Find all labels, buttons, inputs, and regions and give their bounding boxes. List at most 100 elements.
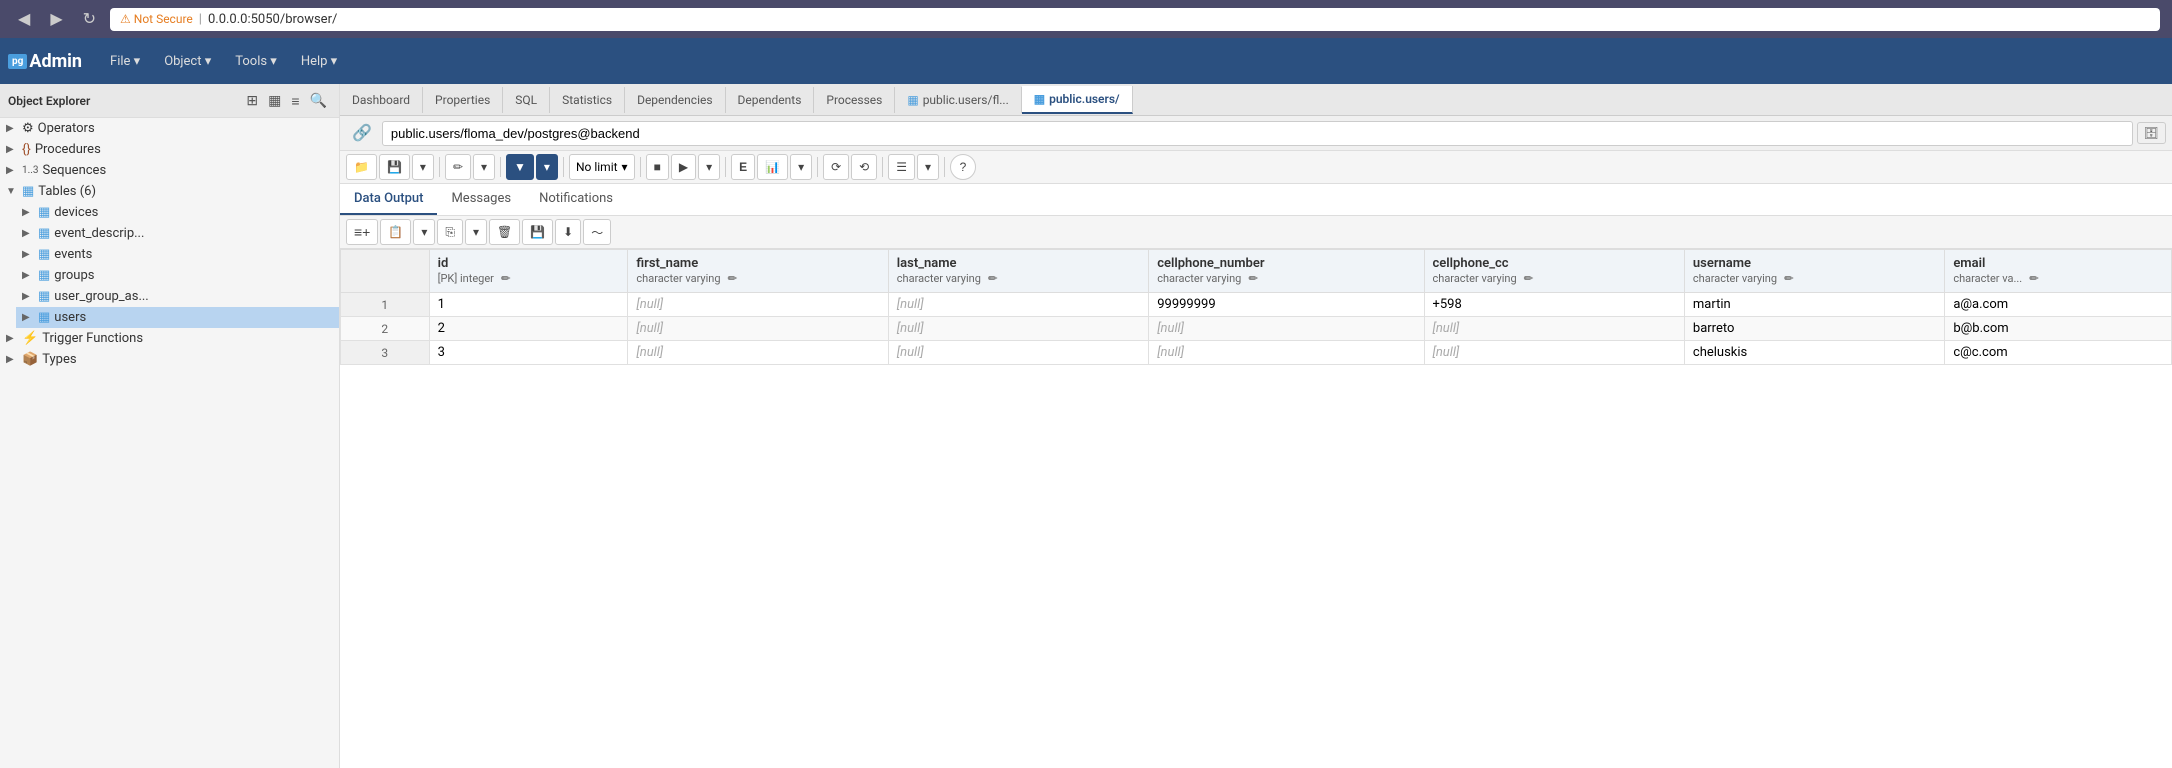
cell-first_name-1[interactable]: [null]	[628, 293, 888, 317]
col-edit-email[interactable]: ✏	[2029, 272, 2038, 285]
refresh-button[interactable]: ↻	[77, 7, 102, 31]
graph-button[interactable]: 〜	[583, 219, 611, 245]
cell-email-1[interactable]: a@a.com	[1945, 293, 2172, 317]
explain-analyze-button[interactable]: 📊	[757, 154, 788, 180]
sub-tab-messages[interactable]: Messages	[437, 184, 525, 215]
col-edit-id[interactable]: ✏	[501, 272, 510, 285]
sidebar-tool-list[interactable]: ≡	[287, 90, 303, 111]
cell-email-3[interactable]: c@c.com	[1945, 341, 2172, 365]
col-edit-first-name[interactable]: ✏	[728, 272, 737, 285]
col-header-last-name: last_name character varying ✏	[888, 250, 1148, 293]
menu-file[interactable]: File ▾	[98, 46, 152, 77]
save-data-button[interactable]: 💾	[522, 219, 553, 245]
cell-id-2[interactable]: 2	[429, 317, 628, 341]
save-dropdown-button[interactable]: ▾	[412, 154, 434, 180]
trigger-functions-icon: ⚡	[22, 331, 38, 346]
null-value: [null]	[636, 345, 663, 360]
sidebar-tool-table[interactable]: ▦	[264, 90, 285, 111]
copy-button[interactable]: 📋	[380, 219, 411, 245]
edit-button[interactable]: ✏	[445, 154, 471, 180]
paste-button[interactable]: ⎘	[437, 219, 463, 245]
tab-public-users-1[interactable]: ▦ public.users/fl...	[895, 87, 1021, 113]
cell-cellphone_cc-3[interactable]: [null]	[1424, 341, 1684, 365]
rollback-button[interactable]: ⟲	[851, 154, 877, 180]
explain-analyze-dropdown-button[interactable]: ▾	[790, 154, 812, 180]
query-input[interactable]	[382, 121, 2133, 146]
add-row-button[interactable]: ≡+	[346, 219, 378, 245]
help-button[interactable]: ?	[950, 154, 976, 180]
delete-row-button[interactable]: 🗑	[489, 219, 520, 245]
cell-cellphone_cc-1[interactable]: +598	[1424, 293, 1684, 317]
tree-item-event-descrip[interactable]: ▶ ▦ event_descrip...	[16, 223, 339, 244]
limit-label: No limit	[576, 160, 618, 174]
tab-statistics[interactable]: Statistics	[550, 87, 625, 113]
menu-help[interactable]: Help ▾	[289, 46, 349, 77]
col-edit-username[interactable]: ✏	[1784, 272, 1793, 285]
cell-first_name-3[interactable]: [null]	[628, 341, 888, 365]
menu-object[interactable]: Object ▾	[152, 46, 223, 77]
macros-button[interactable]: ☰	[888, 154, 915, 180]
edit-dropdown-button[interactable]: ▾	[473, 154, 495, 180]
cell-first_name-2[interactable]: [null]	[628, 317, 888, 341]
limit-select[interactable]: No limit ▾	[569, 154, 635, 180]
tree-item-devices[interactable]: ▶ ▦ devices	[16, 202, 339, 223]
cell-id-1[interactable]: 1	[429, 293, 628, 317]
sidebar-tool-search[interactable]: 🔍	[306, 90, 331, 111]
col-edit-cellphone-number[interactable]: ✏	[1249, 272, 1258, 285]
col-edit-last-name[interactable]: ✏	[988, 272, 997, 285]
query-db-button[interactable]: 🗄	[2137, 122, 2166, 144]
explain-button[interactable]: E	[731, 154, 755, 180]
filter-button[interactable]: ▼	[506, 154, 534, 180]
cell-cellphone_number-3[interactable]: [null]	[1149, 341, 1424, 365]
tab-dependencies[interactable]: Dependencies	[625, 87, 725, 113]
cell-cellphone_number-1[interactable]: 99999999	[1149, 293, 1424, 317]
col-edit-cellphone-cc[interactable]: ✏	[1524, 272, 1533, 285]
tree-item-trigger-functions[interactable]: ▶ ⚡ Trigger Functions	[0, 328, 339, 349]
run-button[interactable]: ▶	[671, 154, 696, 180]
back-button[interactable]: ◀	[12, 7, 36, 31]
tree-item-users[interactable]: ▶ ▦ users	[16, 307, 339, 328]
forward-button[interactable]: ▶	[44, 7, 68, 31]
tab-processes[interactable]: Processes	[814, 87, 895, 113]
tree-item-tables[interactable]: ▼ ▦ Tables (6)	[0, 181, 339, 202]
tab-properties[interactable]: Properties	[423, 87, 503, 113]
tree-item-sequences[interactable]: ▶ 1..3 Sequences	[0, 160, 339, 181]
query-connection-icon[interactable]: 🔗	[346, 120, 378, 146]
cell-cellphone_cc-2[interactable]: [null]	[1424, 317, 1684, 341]
sub-tab-data-output[interactable]: Data Output	[340, 184, 437, 215]
run-dropdown-button[interactable]: ▾	[698, 154, 720, 180]
cell-last_name-3[interactable]: [null]	[888, 341, 1148, 365]
sidebar-tool-server[interactable]: ⊞	[242, 90, 262, 111]
paste-dropdown-button[interactable]: ▾	[465, 219, 487, 245]
tab-dependents[interactable]: Dependents	[726, 87, 815, 113]
tree-item-types[interactable]: ▶ 📦 Types	[0, 349, 339, 370]
menu-tools[interactable]: Tools ▾	[223, 46, 289, 77]
macros-dropdown-button[interactable]: ▾	[917, 154, 939, 180]
filter-dropdown-button[interactable]: ▾	[536, 154, 558, 180]
tree-item-operators[interactable]: ▶ ⚙ Operators	[0, 118, 339, 139]
cell-username-2[interactable]: barreto	[1684, 317, 1944, 341]
tree-item-user-group[interactable]: ▶ ▦ user_group_as...	[16, 286, 339, 307]
cell-username-1[interactable]: martin	[1684, 293, 1944, 317]
cell-username-3[interactable]: cheluskis	[1684, 341, 1944, 365]
save-button[interactable]: 💾	[379, 154, 410, 180]
cell-cellphone_number-2[interactable]: [null]	[1149, 317, 1424, 341]
sub-tab-notifications[interactable]: Notifications	[525, 184, 627, 215]
copy-dropdown-button[interactable]: ▾	[413, 219, 435, 245]
cell-id-3[interactable]: 3	[429, 341, 628, 365]
toolbar-divider-4	[640, 157, 641, 177]
tab-public-users-2[interactable]: ▦ public.users/	[1022, 86, 1133, 114]
open-file-button[interactable]: 📁	[346, 154, 377, 180]
tree-item-groups[interactable]: ▶ ▦ groups	[16, 265, 339, 286]
cell-last_name-2[interactable]: [null]	[888, 317, 1148, 341]
null-value: [null]	[1433, 345, 1460, 360]
stop-button[interactable]: ■	[646, 154, 669, 180]
commit-button[interactable]: ⟳	[823, 154, 849, 180]
tree-item-procedures[interactable]: ▶ {} Procedures	[0, 139, 339, 160]
cell-last_name-1[interactable]: [null]	[888, 293, 1148, 317]
download-button[interactable]: ⬇	[555, 219, 581, 245]
cell-email-2[interactable]: b@b.com	[1945, 317, 2172, 341]
tree-item-events[interactable]: ▶ ▦ events	[16, 244, 339, 265]
tab-dashboard[interactable]: Dashboard	[340, 87, 423, 113]
tab-sql[interactable]: SQL	[503, 87, 550, 113]
